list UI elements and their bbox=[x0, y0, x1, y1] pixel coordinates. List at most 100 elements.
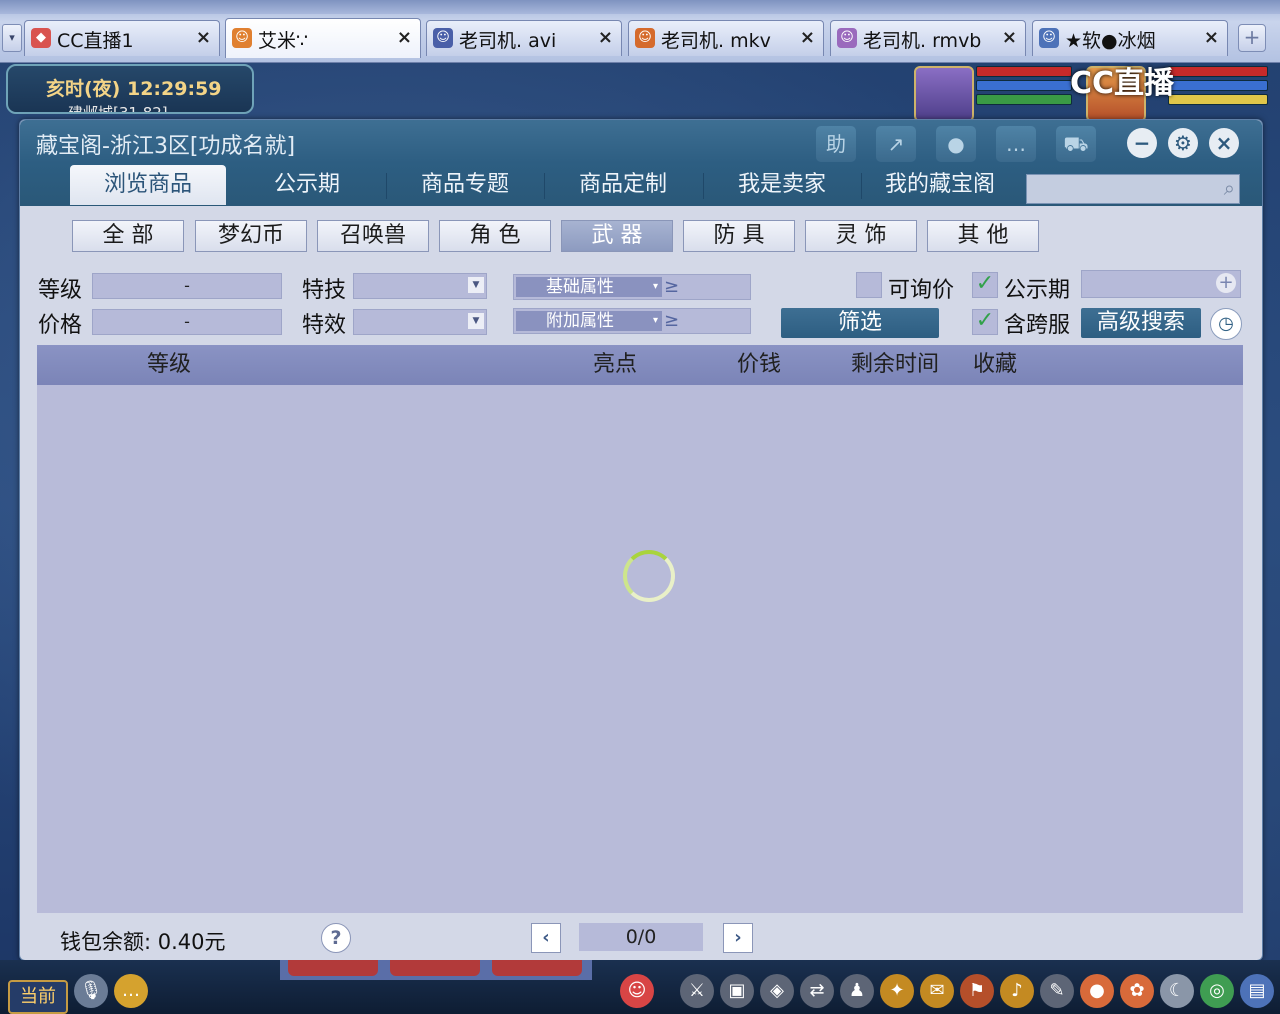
browser-tab[interactable]: ☺ ★软●冰烟 × bbox=[1032, 20, 1228, 56]
cross-server-label: 含跨服 bbox=[1004, 313, 1071, 338]
help-icon[interactable]: ? bbox=[321, 923, 351, 953]
trade-icon[interactable]: ⇄ bbox=[800, 974, 834, 1008]
pet-face-icon[interactable]: ☺ bbox=[620, 974, 654, 1008]
tab-close-icon[interactable]: × bbox=[598, 27, 613, 48]
column-time-left[interactable]: 剩余时间 bbox=[851, 345, 939, 385]
chat-bubble-icon[interactable]: … bbox=[114, 974, 148, 1008]
record-icon[interactable]: ● bbox=[936, 126, 976, 162]
tab-close-icon[interactable]: × bbox=[800, 27, 815, 48]
results-table-header: 等级 亮点 价钱 剩余时间 收藏 bbox=[37, 345, 1243, 385]
effect-select[interactable]: ▼ bbox=[353, 309, 487, 335]
category-weapons[interactable]: 武 器 bbox=[561, 220, 673, 252]
command-button[interactable] bbox=[492, 960, 582, 976]
category-roles[interactable]: 角 色 bbox=[439, 220, 551, 252]
tab-close-icon[interactable]: × bbox=[1002, 27, 1017, 48]
history-clock-icon[interactable]: ◷ bbox=[1210, 308, 1242, 340]
bell-icon[interactable]: ♪ bbox=[1000, 974, 1034, 1008]
column-price[interactable]: 价钱 bbox=[737, 345, 781, 385]
command-button[interactable] bbox=[390, 960, 480, 976]
category-pets[interactable]: 召唤兽 bbox=[317, 220, 429, 252]
chevron-down-icon: ▼ bbox=[468, 313, 484, 329]
tab-my-pavilion[interactable]: 我的藏宝阁 bbox=[862, 165, 1018, 205]
category-armor[interactable]: 防 具 bbox=[683, 220, 795, 252]
system-icon[interactable]: ✎ bbox=[1040, 974, 1074, 1008]
close-icon[interactable]: × bbox=[1209, 128, 1239, 158]
extra-attribute-select[interactable]: 附加属性 ▾ ≥ bbox=[513, 308, 751, 334]
settings-gear-icon[interactable]: ⚙ bbox=[1168, 128, 1198, 158]
help-assist-button[interactable]: 助 bbox=[816, 126, 856, 162]
extra-attribute-dropdown[interactable]: 附加属性 ▾ bbox=[516, 311, 662, 331]
tab-seller[interactable]: 我是卖家 bbox=[704, 165, 860, 205]
tab-public-period[interactable]: 公示期 bbox=[229, 165, 385, 205]
category-all[interactable]: 全 部 bbox=[72, 220, 184, 252]
column-level[interactable]: 等级 bbox=[147, 345, 191, 385]
search-input[interactable]: ⌕ bbox=[1026, 174, 1240, 204]
task-icon[interactable]: ✉ bbox=[920, 974, 954, 1008]
tab-close-icon[interactable]: × bbox=[397, 27, 412, 48]
level-range-input[interactable]: - bbox=[92, 273, 282, 299]
greater-than-icon: ≥ bbox=[664, 276, 680, 297]
cc-live-icon: ◆ bbox=[31, 28, 51, 48]
inquiry-label: 可询价 bbox=[888, 278, 955, 303]
browser-tab[interactable]: ◆ CC直播1 × bbox=[24, 20, 220, 56]
mall-icon[interactable]: ◎ bbox=[1200, 974, 1234, 1008]
window-title: 藏宝阁-浙江3区[功成名就] bbox=[36, 134, 296, 159]
browser-tab[interactable]: ☺ 老司机. avi × bbox=[426, 20, 622, 56]
avatar-blue-icon: ☺ bbox=[433, 28, 453, 48]
pet-icon[interactable]: ✦ bbox=[880, 974, 914, 1008]
price-range-input[interactable]: - bbox=[92, 309, 282, 335]
tab-close-icon[interactable]: × bbox=[196, 27, 211, 48]
filter-button[interactable]: 筛选 bbox=[781, 308, 939, 338]
category-accessories[interactable]: 灵 饰 bbox=[805, 220, 917, 252]
category-currency[interactable]: 梦幻币 bbox=[195, 220, 307, 252]
gang-icon[interactable]: ⚑ bbox=[960, 974, 994, 1008]
add-icon[interactable]: + bbox=[1216, 273, 1236, 293]
browser-tab[interactable]: ☺ 老司机. mkv × bbox=[628, 20, 824, 56]
tab-custom[interactable]: 商品定制 bbox=[545, 165, 701, 205]
column-favorite[interactable]: 收藏 bbox=[973, 345, 1017, 385]
search-icon[interactable]: ⌕ bbox=[1224, 176, 1235, 200]
browser-tab-active[interactable]: ☺ 艾米∵ × bbox=[225, 18, 421, 58]
advanced-search-button[interactable]: 高级搜索 bbox=[1081, 308, 1201, 338]
item-bag-icon[interactable]: ▣ bbox=[720, 974, 754, 1008]
new-tab-button[interactable]: + bbox=[1238, 24, 1266, 52]
tab-list-dropdown[interactable]: ▾ bbox=[2, 24, 22, 52]
chevron-down-icon: ▾ bbox=[652, 315, 658, 326]
attack-icon[interactable]: ⚔ bbox=[680, 974, 714, 1008]
public-period-input[interactable]: + bbox=[1081, 270, 1241, 298]
browser-tab[interactable]: ☺ 老司机. rmvb × bbox=[830, 20, 1026, 56]
tab-title: 老司机. mkv bbox=[661, 30, 771, 52]
base-attribute-label: 基础属性 bbox=[546, 277, 614, 297]
tab-title: 老司机. avi bbox=[459, 30, 557, 52]
results-table-body bbox=[37, 385, 1243, 913]
moon-icon[interactable]: ☾ bbox=[1160, 974, 1194, 1008]
cart-icon[interactable]: ⛟ bbox=[1056, 126, 1096, 162]
peach-icon[interactable]: ● bbox=[1080, 974, 1114, 1008]
tab-close-icon[interactable]: × bbox=[1204, 27, 1219, 48]
next-page-button[interactable]: › bbox=[723, 923, 753, 953]
column-highlights[interactable]: 亮点 bbox=[593, 345, 637, 385]
share-icon[interactable]: ↗ bbox=[876, 126, 916, 162]
base-attribute-dropdown[interactable]: 基础属性 ▾ bbox=[516, 277, 662, 297]
chat-channel-tag[interactable]: 当前 bbox=[8, 980, 68, 1014]
cross-server-checkbox[interactable]: ✓ bbox=[972, 309, 998, 335]
computer-icon[interactable]: ▤ bbox=[1240, 974, 1274, 1008]
skill-select[interactable]: ▼ bbox=[353, 273, 487, 299]
microphone-icon[interactable]: 🎙 bbox=[74, 974, 108, 1008]
chat-icon[interactable]: … bbox=[996, 126, 1036, 162]
cc-live-logo: CC直播 bbox=[1070, 66, 1175, 101]
tab-topics[interactable]: 商品专题 bbox=[387, 165, 543, 205]
base-attribute-select[interactable]: 基础属性 ▾ ≥ bbox=[513, 274, 751, 300]
tab-title: CC直播1 bbox=[57, 30, 134, 52]
team-icon[interactable]: ♟ bbox=[840, 974, 874, 1008]
give-icon[interactable]: ◈ bbox=[760, 974, 794, 1008]
tab-browse-goods[interactable]: 浏览商品 bbox=[70, 165, 226, 205]
minimize-icon[interactable]: − bbox=[1127, 128, 1157, 158]
command-button[interactable] bbox=[288, 960, 378, 976]
friends-icon[interactable]: ✿ bbox=[1120, 974, 1154, 1008]
prev-page-button[interactable]: ‹ bbox=[531, 923, 561, 953]
inquiry-checkbox[interactable] bbox=[856, 272, 882, 298]
public-period-checkbox[interactable]: ✓ bbox=[972, 272, 998, 298]
pet-portrait[interactable] bbox=[914, 66, 974, 122]
category-other[interactable]: 其 他 bbox=[927, 220, 1039, 252]
